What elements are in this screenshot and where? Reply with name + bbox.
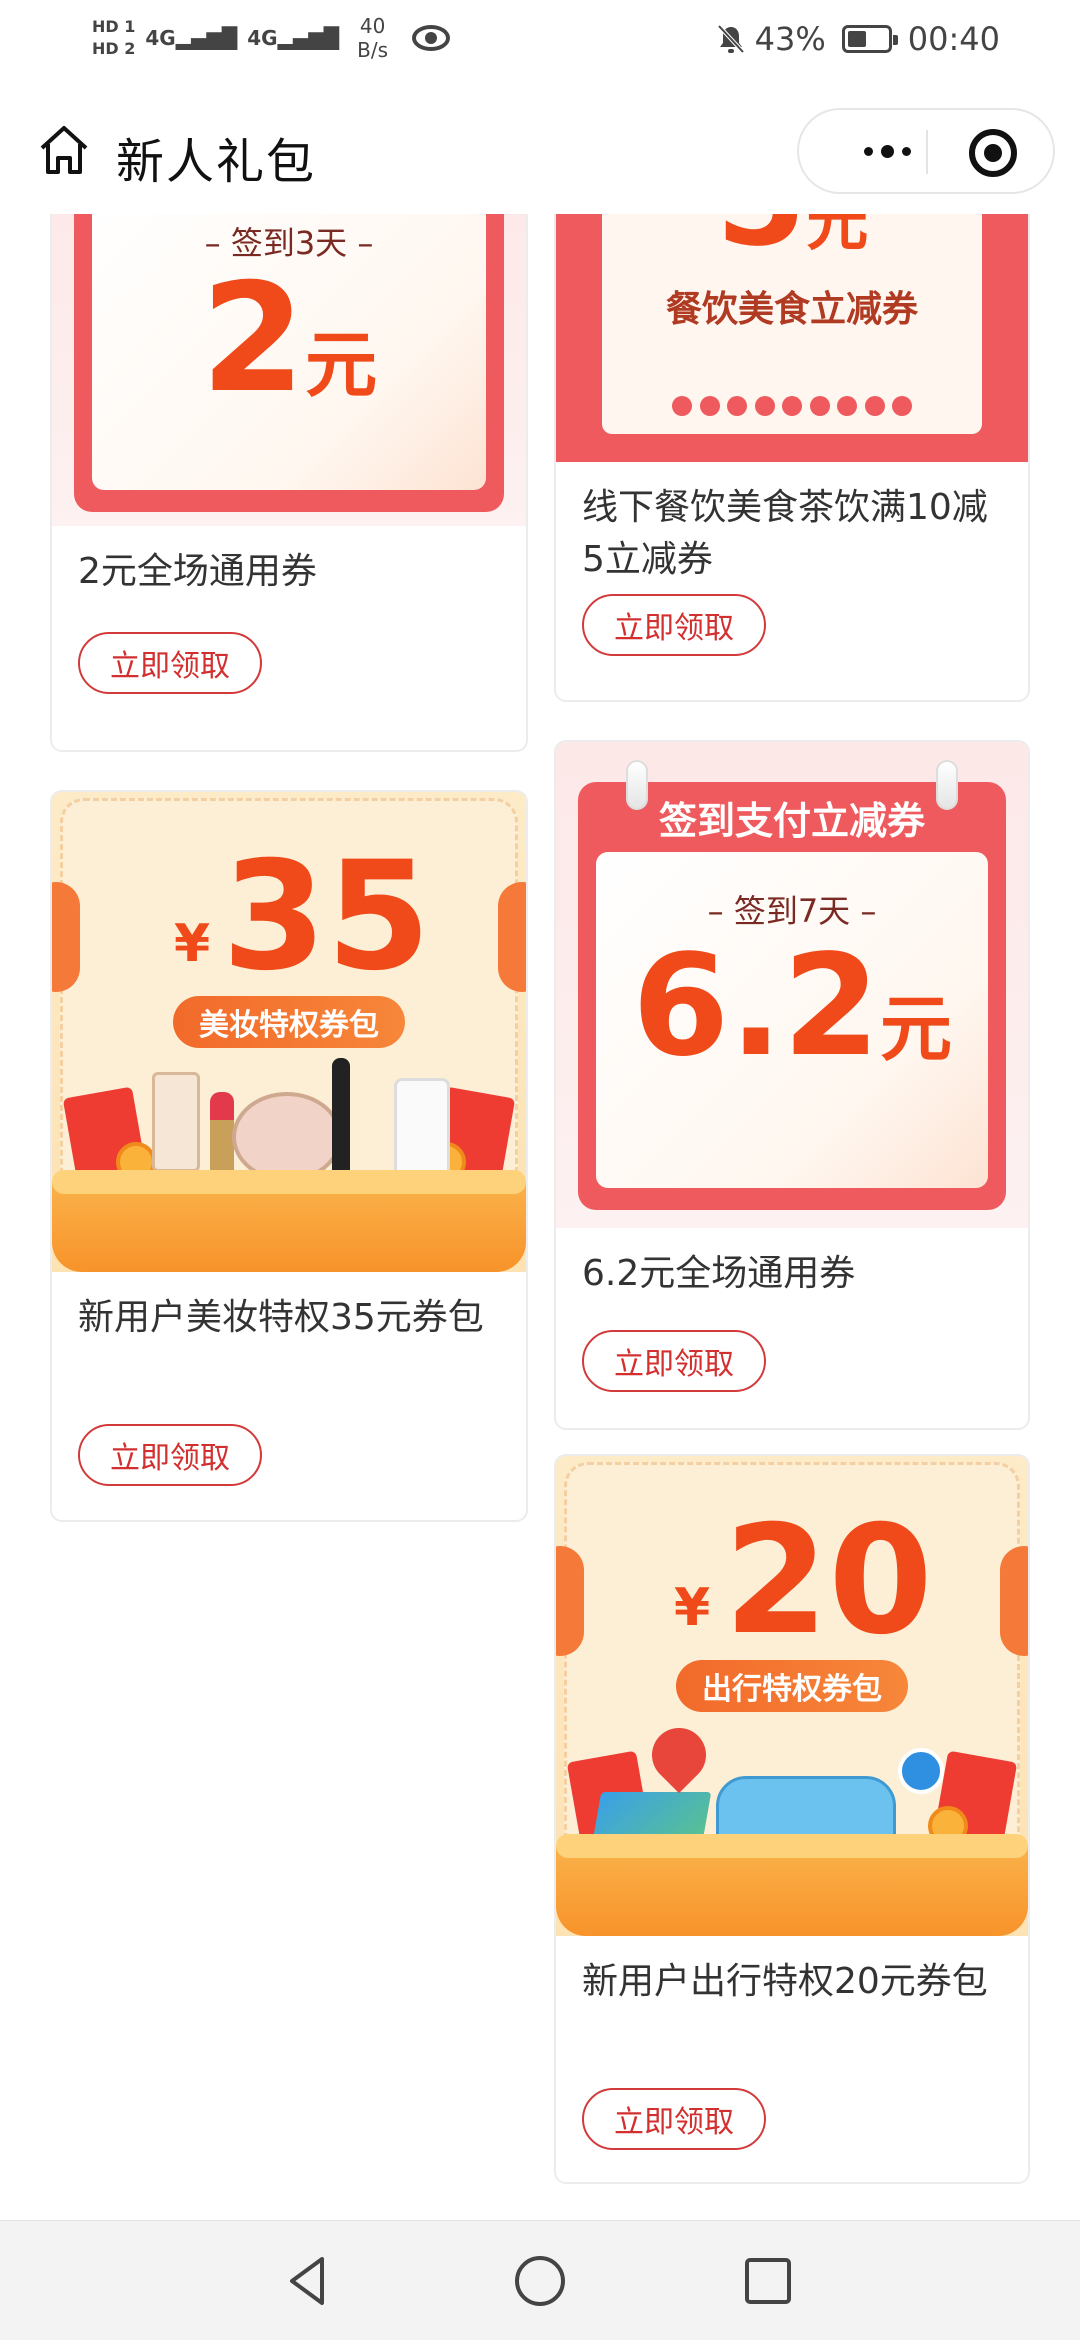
status-right: 43% 00:40: [717, 20, 1000, 58]
coupon-image-1: – 签到3天 – 2元: [52, 214, 526, 526]
speed-value: 40: [359, 14, 386, 38]
coupon-image-3: ¥ 35 美妆特权券包: [52, 792, 526, 1272]
speed-unit: B/s: [357, 38, 389, 62]
cream-tube-icon: [394, 1078, 450, 1178]
system-nav-bar: [0, 2220, 1080, 2340]
coupon-2-title: 线下餐饮美食茶饮满10减5立减券: [582, 487, 988, 580]
network-speed: 40 B/s: [357, 14, 388, 62]
coupon-5-yen: ¥: [674, 1578, 711, 1638]
coupon-4-title: 6.2元全场通用券: [582, 1253, 856, 1294]
calendar-ring: [626, 760, 648, 810]
status-left: HD 1 HD 2 4G▂▄▆█ 4G▂▄▆█ 40 B/s: [92, 14, 451, 62]
hd2-label: HD 2: [92, 39, 136, 58]
nav-bar: 新人礼包: [0, 86, 1080, 214]
coupon-3-pill: 美妆特权券包: [173, 996, 405, 1048]
mascara-icon: [332, 1058, 350, 1178]
target-icon[interactable]: [969, 129, 1017, 177]
status-bar: HD 1 HD 2 4G▂▄▆█ 4G▂▄▆█ 40 B/s 43% 00:40: [0, 0, 1080, 86]
capsule-divider: [926, 130, 928, 174]
coupon-2-desc: 餐饮美食立减券: [665, 289, 918, 330]
home-icon[interactable]: [36, 122, 92, 178]
coupon-5-pill: 出行特权券包: [676, 1660, 908, 1712]
claim-button-3[interactable]: 立即领取: [78, 1424, 262, 1486]
coupon-3-yen: ¥: [174, 914, 211, 974]
compact-icon: [232, 1092, 342, 1182]
coupon-1-title: 2元全场通用券: [78, 551, 317, 592]
coupon-5-title: 新用户出行特权20元券包: [582, 1961, 988, 2002]
hd-indicator: HD 1 HD 2: [92, 16, 135, 60]
battery-icon: [841, 25, 898, 53]
clock: 00:40: [907, 20, 1000, 58]
coupon-list: – 签到3天 – 2元 2元全场通用券 立即领取 5元 餐饮美食立减券 线下餐饮…: [0, 214, 1080, 2220]
signal-1-icon: 4G▂▄▆█: [145, 26, 238, 50]
claim-button-2[interactable]: 立即领取: [582, 594, 766, 656]
recent-square-icon[interactable]: [738, 2251, 798, 2311]
back-triangle-icon[interactable]: [278, 2251, 338, 2311]
more-dots-icon[interactable]: [837, 110, 937, 192]
lipstick-icon: [210, 1092, 234, 1172]
cosmetics-icon: [152, 1072, 200, 1172]
coupon-1-amount: 2元: [200, 252, 378, 426]
coupon-card-3[interactable]: ¥ 35 美妆特权券包 新用户美妆特权35元券包 立即领取: [50, 790, 528, 1522]
coupon-3-title: 新用户美妆特权35元券包: [78, 1297, 484, 1338]
eye-icon: [412, 25, 451, 51]
coupon-card-2[interactable]: 5元 餐饮美食立减券 线下餐饮美食茶饮满10减5立减券 立即领取: [554, 214, 1030, 702]
home-circle-icon[interactable]: [510, 2251, 570, 2311]
coupon-4-amount: 6.2元: [631, 925, 953, 1088]
claim-button-1[interactable]: 立即领取: [78, 632, 262, 694]
coupon-card-5[interactable]: ¥ 20 出行特权券包 新用户出行特权20元券包 立即领取: [554, 1454, 1030, 2184]
coupon-image-2: 5元 餐饮美食立减券: [556, 214, 1028, 462]
hd1-label: HD 1: [92, 17, 136, 36]
claim-button-4[interactable]: 立即领取: [582, 1330, 766, 1392]
coupon-2-amount: 5元: [716, 214, 869, 264]
signal-2-icon: 4G▂▄▆█: [247, 26, 340, 50]
coupon-card-1[interactable]: – 签到3天 – 2元 2元全场通用券 立即领取: [50, 214, 528, 752]
claim-button-5[interactable]: 立即领取: [582, 2088, 766, 2150]
ticket-perforation: [672, 396, 912, 416]
gift-tray: [52, 1170, 526, 1272]
gift-tray: [556, 1834, 1028, 1936]
battery-percent: 43%: [754, 20, 826, 58]
mini-program-capsule: [797, 108, 1055, 194]
coupon-image-5: ¥ 20 出行特权券包: [556, 1456, 1028, 1936]
coupon-card-4[interactable]: 签到支付立减券 – 签到7天 – 6.2元 6.2元全场通用券 立即领取: [554, 740, 1030, 1430]
page-title: 新人礼包: [116, 134, 317, 190]
coupon-image-4: 签到支付立减券 – 签到7天 – 6.2元: [556, 742, 1028, 1228]
coupon-5-amount: 20: [724, 1494, 933, 1668]
bell-muted-icon: [717, 24, 745, 54]
coupon-3-amount: 35: [222, 830, 431, 1004]
road-sign-icon: [898, 1748, 944, 1794]
calendar-ring: [936, 760, 958, 810]
